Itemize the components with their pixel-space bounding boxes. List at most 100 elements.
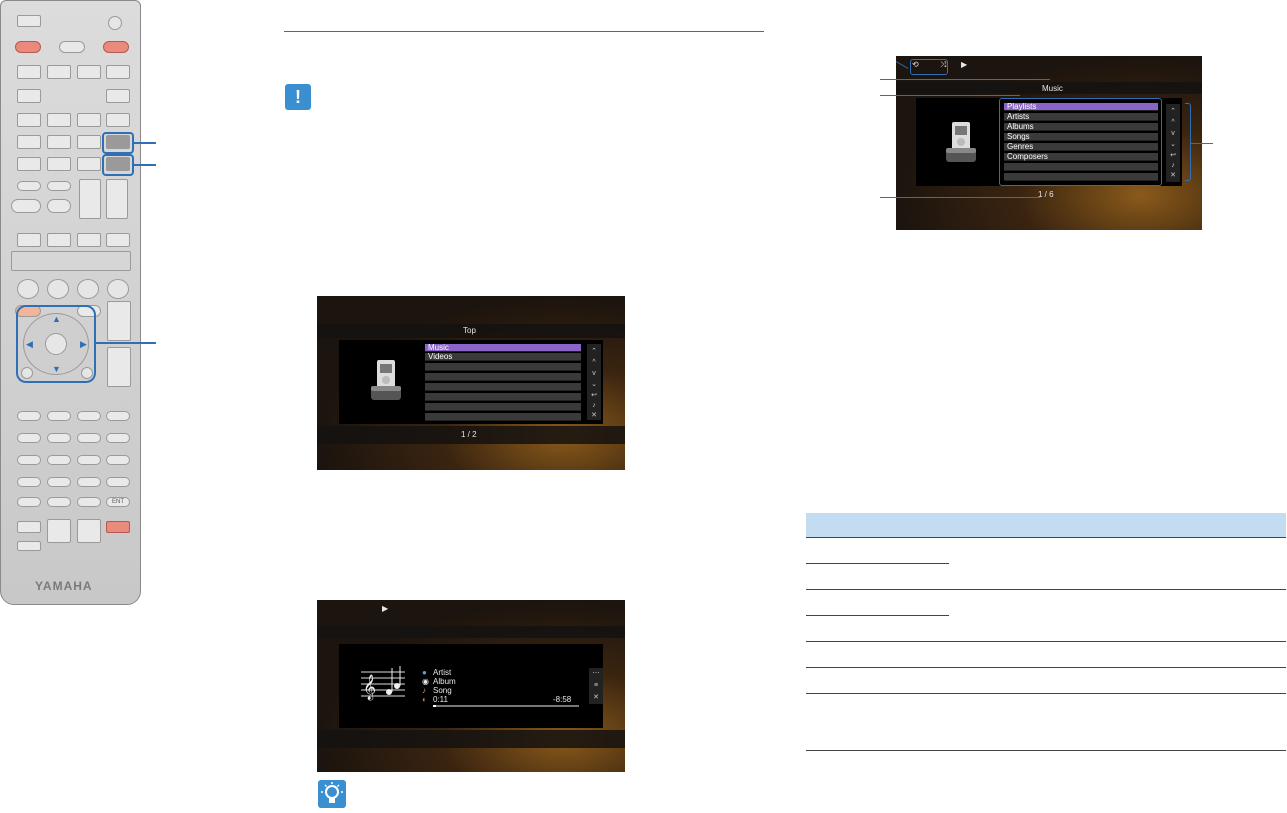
list-icon[interactable]: ≡	[592, 682, 600, 690]
input-button-5[interactable]	[17, 89, 41, 103]
close-icon[interactable]: ✕	[590, 412, 598, 420]
transport-button-1[interactable]	[17, 411, 41, 421]
close-icon[interactable]: ✕	[1169, 172, 1177, 180]
scene-button-2[interactable]	[47, 181, 71, 191]
volume-up[interactable]	[107, 301, 131, 341]
number-button-1[interactable]	[17, 455, 41, 465]
play-icon: ▶	[382, 604, 389, 613]
input-button-1[interactable]	[17, 65, 41, 79]
input-button-11[interactable]	[17, 135, 41, 149]
option-button-2[interactable]	[47, 199, 71, 213]
transport-button-8[interactable]	[106, 433, 130, 443]
input-button-8[interactable]	[47, 113, 71, 127]
music-notation-icon: 𝄞	[359, 662, 407, 702]
enter-button[interactable]	[45, 333, 67, 355]
transport-button-2[interactable]	[47, 411, 71, 421]
scene-round-1[interactable]	[17, 279, 39, 299]
tv-power-button[interactable]	[106, 521, 130, 533]
transport-button-4[interactable]	[106, 411, 130, 421]
tv-input-button[interactable]	[17, 541, 41, 551]
close-icon[interactable]: ✕	[592, 694, 600, 702]
number-button-6[interactable]	[47, 477, 71, 487]
tv-volume-rocker[interactable]	[47, 519, 71, 543]
elapsed-time: 0:11	[433, 695, 448, 704]
highlight-box-upper	[102, 132, 134, 154]
menu-dots-icon[interactable]: ⋯	[592, 670, 600, 678]
mode-button-4[interactable]	[106, 233, 130, 247]
input-button-12[interactable]	[47, 135, 71, 149]
scene-round-3[interactable]	[77, 279, 99, 299]
return-icon[interactable]: ↩	[1169, 152, 1177, 160]
input-button-16[interactable]	[77, 157, 101, 171]
menu-item-music[interactable]: Music	[425, 344, 581, 352]
number-button-10[interactable]	[47, 497, 71, 507]
tv-channel-rocker[interactable]	[77, 519, 101, 543]
number-button-9[interactable]	[17, 497, 41, 507]
input-button-3[interactable]	[77, 65, 101, 79]
return-icon[interactable]: ↩	[590, 392, 598, 400]
enter-number-button[interactable]: ENT	[106, 497, 130, 507]
input-button-9[interactable]	[77, 113, 101, 127]
menu-item-empty	[425, 373, 581, 381]
number-button-2[interactable]	[47, 455, 71, 465]
number-button-11[interactable]	[77, 497, 101, 507]
input-button-2[interactable]	[47, 65, 71, 79]
option-button-1[interactable]	[11, 199, 41, 213]
list-bracket	[999, 98, 1162, 186]
menu-item-videos[interactable]: Videos	[425, 353, 581, 361]
table-row	[806, 537, 1286, 538]
page-top-icon[interactable]: ⌃	[590, 348, 598, 356]
cursor-down-icon[interactable]: ▼	[52, 364, 61, 374]
mode-button-3[interactable]	[77, 233, 101, 247]
led-indicator	[108, 16, 122, 30]
scene-round-4[interactable]	[107, 279, 129, 299]
number-button-4[interactable]	[106, 455, 130, 465]
page-top-icon[interactable]: ⌃	[1169, 108, 1177, 116]
now-playing-icon[interactable]: ♪	[590, 402, 598, 410]
transport-button-5[interactable]	[17, 433, 41, 443]
input-button-4[interactable]	[106, 65, 130, 79]
cursor-left-icon[interactable]: ◀	[26, 339, 33, 350]
power-receiver-button[interactable]	[103, 41, 129, 53]
channel-rocker[interactable]	[79, 179, 101, 219]
input-button-14[interactable]	[17, 157, 41, 171]
tv-button[interactable]	[17, 521, 41, 533]
now-playing-icon[interactable]: ♪	[1169, 162, 1177, 170]
volume-down[interactable]	[107, 347, 131, 387]
return-button[interactable]	[21, 367, 33, 379]
page-up-icon[interactable]: ^	[590, 359, 598, 367]
number-button-5[interactable]	[17, 477, 41, 487]
scene-round-2[interactable]	[47, 279, 69, 299]
number-button-8[interactable]	[106, 477, 130, 487]
standby-button[interactable]	[59, 41, 85, 53]
transport-button-7[interactable]	[77, 433, 101, 443]
number-button-3[interactable]	[77, 455, 101, 465]
input-button-6[interactable]	[106, 89, 130, 103]
page-bottom-icon[interactable]: ⌄	[1169, 141, 1177, 149]
table-row	[806, 667, 1286, 668]
menu-item-empty	[425, 403, 581, 411]
source-switch[interactable]	[17, 15, 41, 27]
scene-button-1[interactable]	[17, 181, 41, 191]
page-down-icon[interactable]: v	[590, 370, 598, 378]
page-up-icon[interactable]: ^	[1169, 119, 1177, 127]
input-button-13[interactable]	[77, 135, 101, 149]
display-button[interactable]	[81, 367, 93, 379]
page-rocker[interactable]	[106, 179, 128, 219]
mode-button-2[interactable]	[47, 233, 71, 247]
mode-button-1[interactable]	[17, 233, 41, 247]
remaining-time: -8:58	[553, 695, 572, 704]
number-button-7[interactable]	[77, 477, 101, 487]
input-button-7[interactable]	[17, 113, 41, 127]
transport-button-6[interactable]	[47, 433, 71, 443]
table-row	[806, 589, 1286, 590]
power-source-button[interactable]	[15, 41, 41, 53]
cursor-up-icon[interactable]: ▲	[52, 314, 61, 324]
cursor-right-icon[interactable]: ▶	[80, 339, 87, 350]
input-button-15[interactable]	[47, 157, 71, 171]
input-button-10[interactable]	[106, 113, 130, 127]
transport-button-3[interactable]	[77, 411, 101, 421]
page-down-icon[interactable]: v	[1169, 130, 1177, 138]
ipod-dock-icon	[942, 118, 982, 168]
page-bottom-icon[interactable]: ⌄	[590, 381, 598, 389]
